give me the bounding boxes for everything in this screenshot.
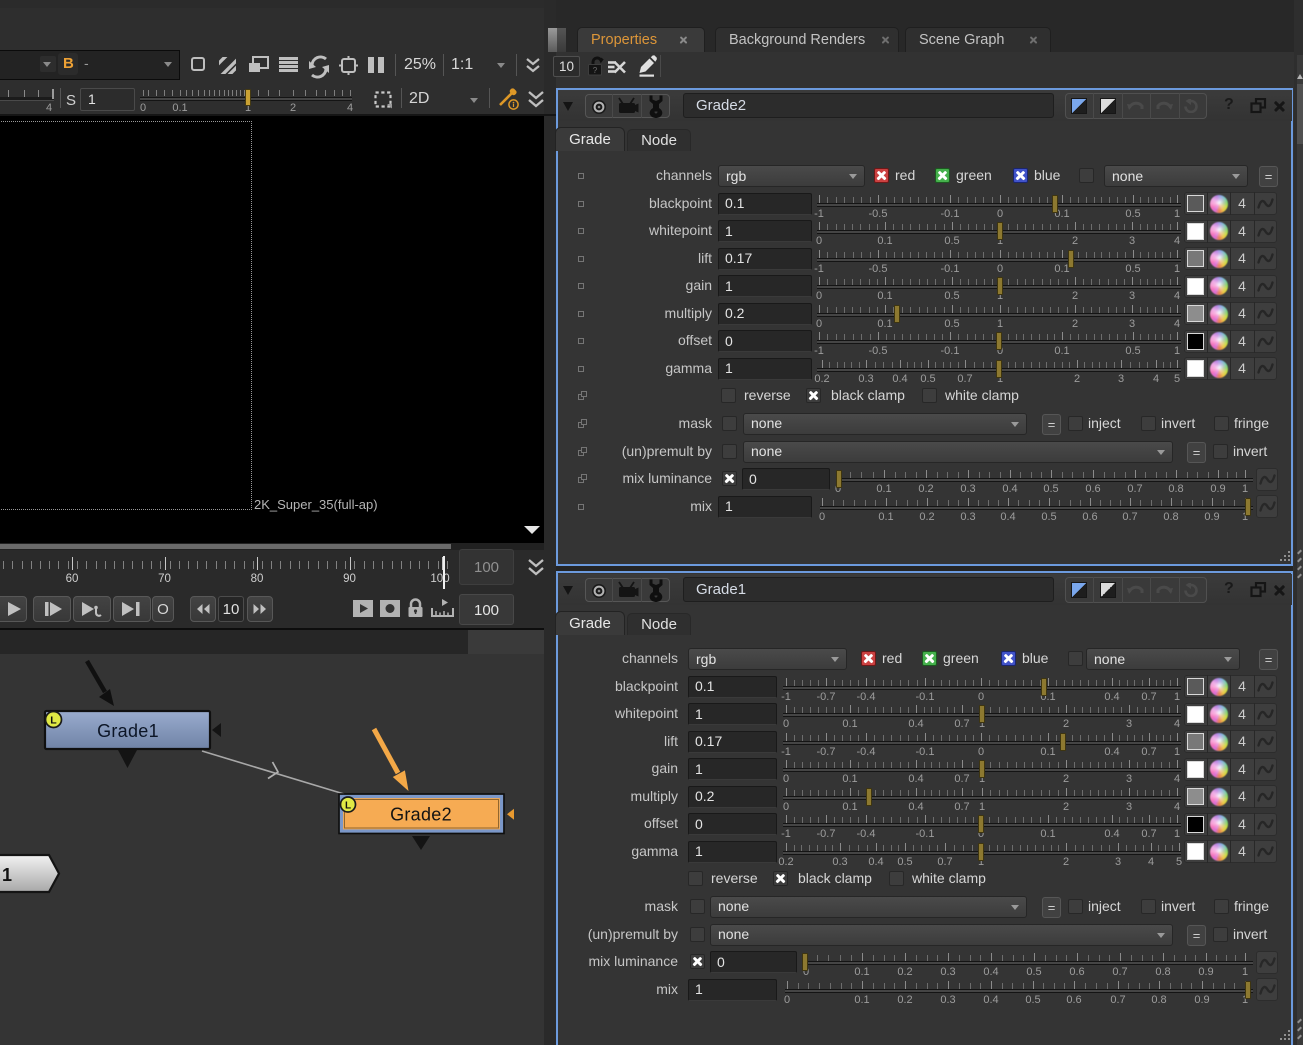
svg-text:Grade2: Grade2 (390, 805, 452, 825)
svg-text:L: L (50, 715, 57, 727)
svg-text:L: L (345, 801, 351, 812)
svg-text:1: 1 (2, 865, 12, 885)
svg-text:Grade1: Grade1 (97, 721, 159, 741)
svg-text:?: ? (593, 66, 598, 75)
